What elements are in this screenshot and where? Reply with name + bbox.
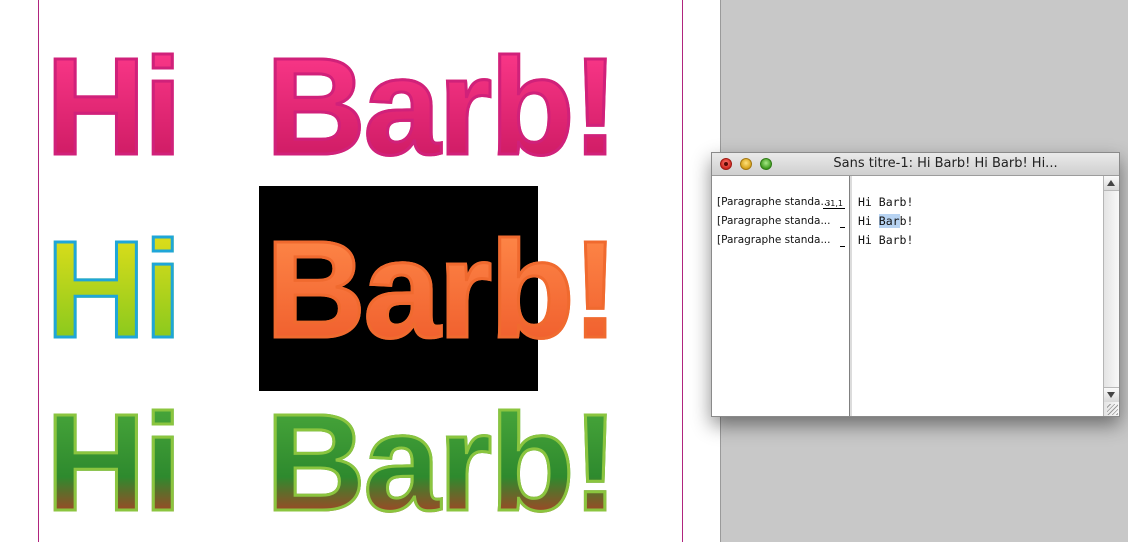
- right-margin-guide: [682, 0, 683, 542]
- story-text-before: Hi: [858, 214, 879, 228]
- paragraph-style-column: [Paragraphe standa... 31,1 [Paragraphe s…: [712, 176, 850, 416]
- row2-barb-text[interactable]: Barb!: [264, 220, 619, 361]
- scroll-up-icon[interactable]: [1104, 176, 1119, 191]
- paragraph-style-name: [Paragraphe standa...: [717, 196, 831, 208]
- paragraph-style-name: [Paragraphe standa...: [717, 234, 831, 246]
- paragraph-style-name: [Paragraphe standa...: [717, 215, 831, 227]
- row1-barb-text[interactable]: Barb!: [264, 37, 619, 178]
- story-line[interactable]: Hi Barb!: [858, 233, 913, 247]
- style-row: [Paragraphe standa... 31,1: [717, 196, 845, 212]
- depth-ruler-value: 31,1: [823, 199, 845, 209]
- resize-grip-icon[interactable]: [1107, 404, 1118, 415]
- window-titlebar[interactable]: Sans titre-1: Hi Barb! Hi Barb! Hi...: [712, 153, 1119, 176]
- row2-hi-text[interactable]: Hi: [45, 220, 184, 361]
- close-icon[interactable]: [720, 158, 732, 170]
- story-text-after: b!: [899, 214, 914, 228]
- depth-tick: [840, 246, 845, 247]
- zoom-icon[interactable]: [760, 158, 772, 170]
- document-page[interactable]: Hi Barb! Hi Barb! Hi Barb!: [0, 0, 720, 542]
- style-row: [Paragraphe standa...: [717, 215, 845, 231]
- left-margin-guide: [38, 0, 39, 542]
- style-row: [Paragraphe standa...: [717, 234, 845, 250]
- vertical-scrollbar[interactable]: [1103, 176, 1119, 416]
- row3-hi-text[interactable]: Hi: [45, 393, 184, 534]
- story-line[interactable]: Hi Barb!: [858, 195, 913, 209]
- scroll-down-icon[interactable]: [1104, 387, 1119, 402]
- selected-text[interactable]: Bar: [878, 214, 900, 228]
- story-line[interactable]: Hi Barb!: [858, 214, 913, 228]
- depth-tick: [840, 227, 845, 228]
- story-editor-window[interactable]: Sans titre-1: Hi Barb! Hi Barb! Hi... [P…: [711, 152, 1120, 417]
- minimize-icon[interactable]: [740, 158, 752, 170]
- row1-hi-text[interactable]: Hi: [45, 37, 184, 178]
- window-title: Sans titre-1: Hi Barb! Hi Barb! Hi...: [833, 156, 1058, 171]
- story-text-pane[interactable]: Hi Barb! Hi Barb! Hi Barb!: [850, 176, 1104, 416]
- row3-barb-text[interactable]: Barb!: [264, 393, 619, 534]
